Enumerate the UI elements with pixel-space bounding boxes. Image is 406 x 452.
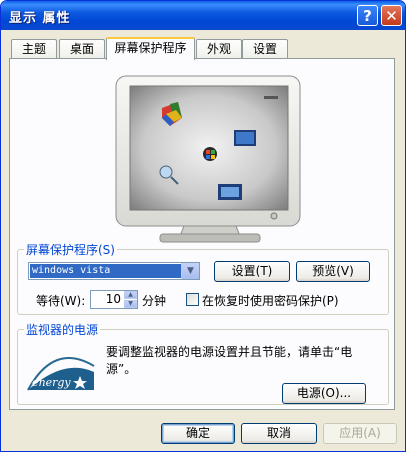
energy-logo-text: energy — [32, 376, 71, 389]
screensaver-group-label: 屏幕保护程序(S) — [26, 243, 115, 257]
power-led — [270, 212, 278, 220]
spin-down-icon[interactable]: ▼ — [124, 300, 137, 308]
help-icon: ? — [363, 6, 372, 25]
chevron-down-icon[interactable]: ▼ — [181, 263, 199, 279]
monitor-preview — [115, 75, 301, 243]
screensaver-select[interactable]: windows vista ▼ — [28, 262, 200, 280]
photos-icon — [218, 184, 242, 200]
computer-icon — [234, 130, 256, 146]
tab-desktop[interactable]: 桌面 — [59, 39, 105, 58]
screensaver-group: 屏幕保护程序(S) windows vista ▼ 设置(T) 预览(V) 等待… — [17, 241, 389, 315]
tab-strip: 主题 桌面 屏幕保护程序 外观 设置 — [9, 37, 401, 60]
password-protect-checkbox[interactable] — [186, 293, 199, 306]
title-bar[interactable]: 显示 属性 ? ✕ — [1, 1, 405, 30]
spin-up-icon[interactable]: ▲ — [124, 291, 137, 299]
tab-appearance[interactable]: 外观 — [196, 39, 242, 58]
password-protect-label[interactable]: 在恢复时使用密码保护(P) — [202, 292, 339, 309]
vista-wordmark — [264, 96, 278, 99]
wait-unit-label: 分钟 — [142, 294, 167, 308]
tab-theme[interactable]: 主题 — [11, 39, 57, 58]
tab-settings[interactable]: 设置 — [242, 39, 288, 58]
wait-minutes-spinner[interactable]: 10 ▲ ▼ — [90, 290, 138, 309]
window-title: 显示 属性 — [9, 11, 71, 26]
close-button[interactable]: ✕ — [381, 5, 402, 26]
wait-label: 等待(W): — [36, 294, 86, 308]
power-description: 要调整监视器的电源设置并且节能，请单击“电源”。 — [106, 345, 353, 376]
display-properties-window: 显示 属性 ? ✕ 主题 桌面 屏幕保护程序 外观 设置 屏幕保护程序(S) w… — [0, 0, 406, 452]
wait-minutes-value: 10 — [105, 292, 121, 306]
power-button[interactable]: 电源(O)... — [282, 383, 366, 404]
windows-logo-icon — [203, 147, 217, 161]
monitor-power-group-label: 监视器的电源 — [26, 323, 99, 337]
screensaver-selected-value: windows vista — [30, 264, 182, 278]
help-button[interactable]: ? — [357, 5, 378, 26]
apply-button[interactable]: 应用(A) — [323, 423, 397, 444]
ok-button[interactable]: 确定 — [161, 423, 235, 444]
tab-screensaver[interactable]: 屏幕保护程序 — [106, 37, 195, 60]
energy-star-logo: energy — [27, 357, 95, 391]
screensaver-settings-button[interactable]: 设置(T) — [214, 261, 290, 282]
screensaver-panel: 屏幕保护程序(S) windows vista ▼ 设置(T) 预览(V) 等待… — [9, 58, 395, 410]
close-icon: ✕ — [385, 6, 398, 25]
cancel-button[interactable]: 取消 — [241, 423, 317, 444]
monitor-power-group: 监视器的电源 energy 要调整监视器的电源设置并且节能，请单击“电源”。 电… — [17, 321, 389, 405]
screensaver-preview-button[interactable]: 预览(V) — [296, 261, 370, 282]
